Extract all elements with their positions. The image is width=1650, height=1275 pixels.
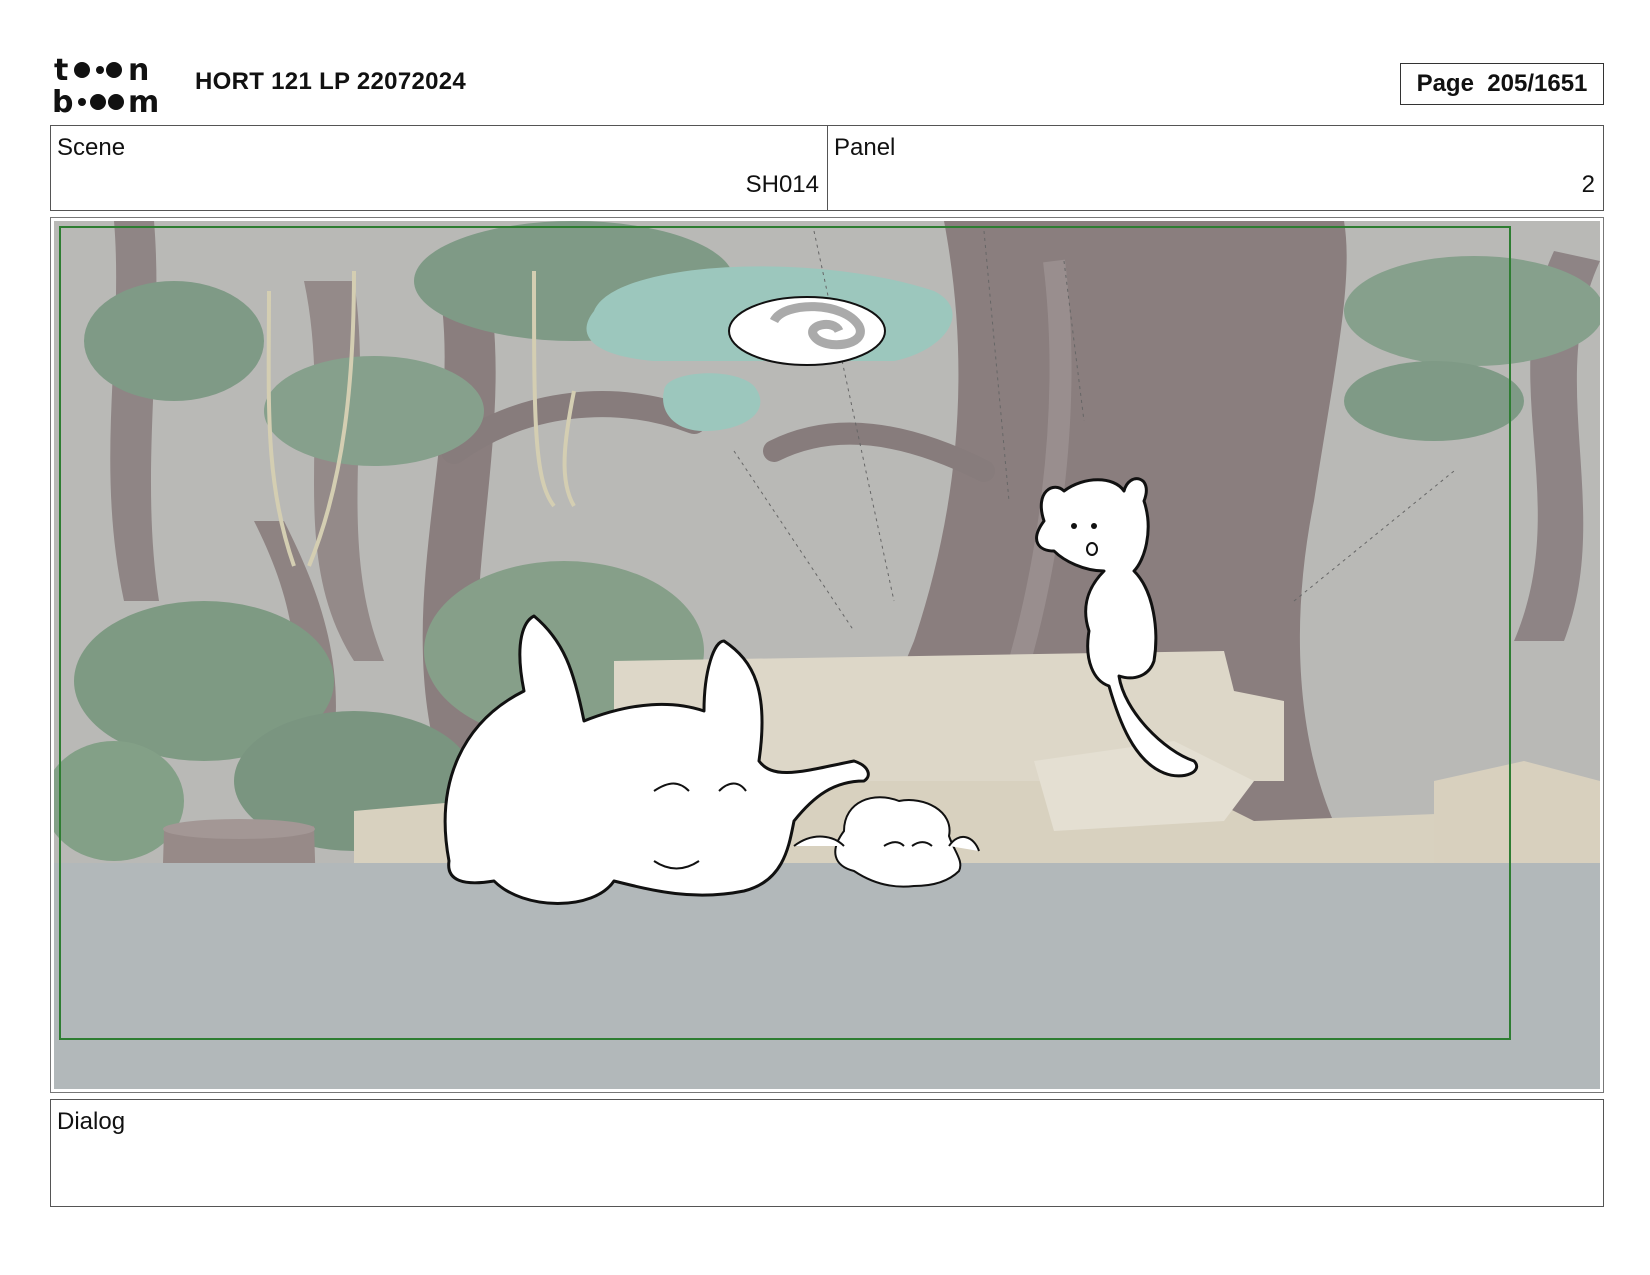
dialog-label: Dialog: [57, 1108, 126, 1135]
panel-label: Panel: [834, 134, 896, 161]
page-label: Page: [1416, 70, 1474, 97]
storyboard-panel: [50, 217, 1604, 1093]
panel-artwork: [54, 221, 1600, 1089]
svg-text:m: m: [128, 85, 159, 116]
page-indicator: Page 205/1651: [1400, 63, 1604, 105]
scene-panel-row: Scene SH014 Panel 2: [50, 125, 1604, 211]
svg-text:t: t: [54, 53, 68, 88]
panel-cell: Panel 2: [828, 126, 1603, 210]
scene-value: SH014: [745, 171, 819, 198]
scene-cell: Scene SH014: [51, 126, 828, 210]
svg-text:n: n: [128, 53, 149, 88]
page-number: 205/1651: [1487, 70, 1588, 97]
dialog-box: Dialog: [50, 1099, 1604, 1207]
project-title: HORT 121 LP 22072024: [195, 68, 467, 95]
scene-label: Scene: [57, 134, 126, 161]
toonboom-logo: t n b m: [52, 52, 170, 120]
panel-value: 2: [1581, 171, 1595, 198]
svg-text:b: b: [52, 85, 73, 116]
